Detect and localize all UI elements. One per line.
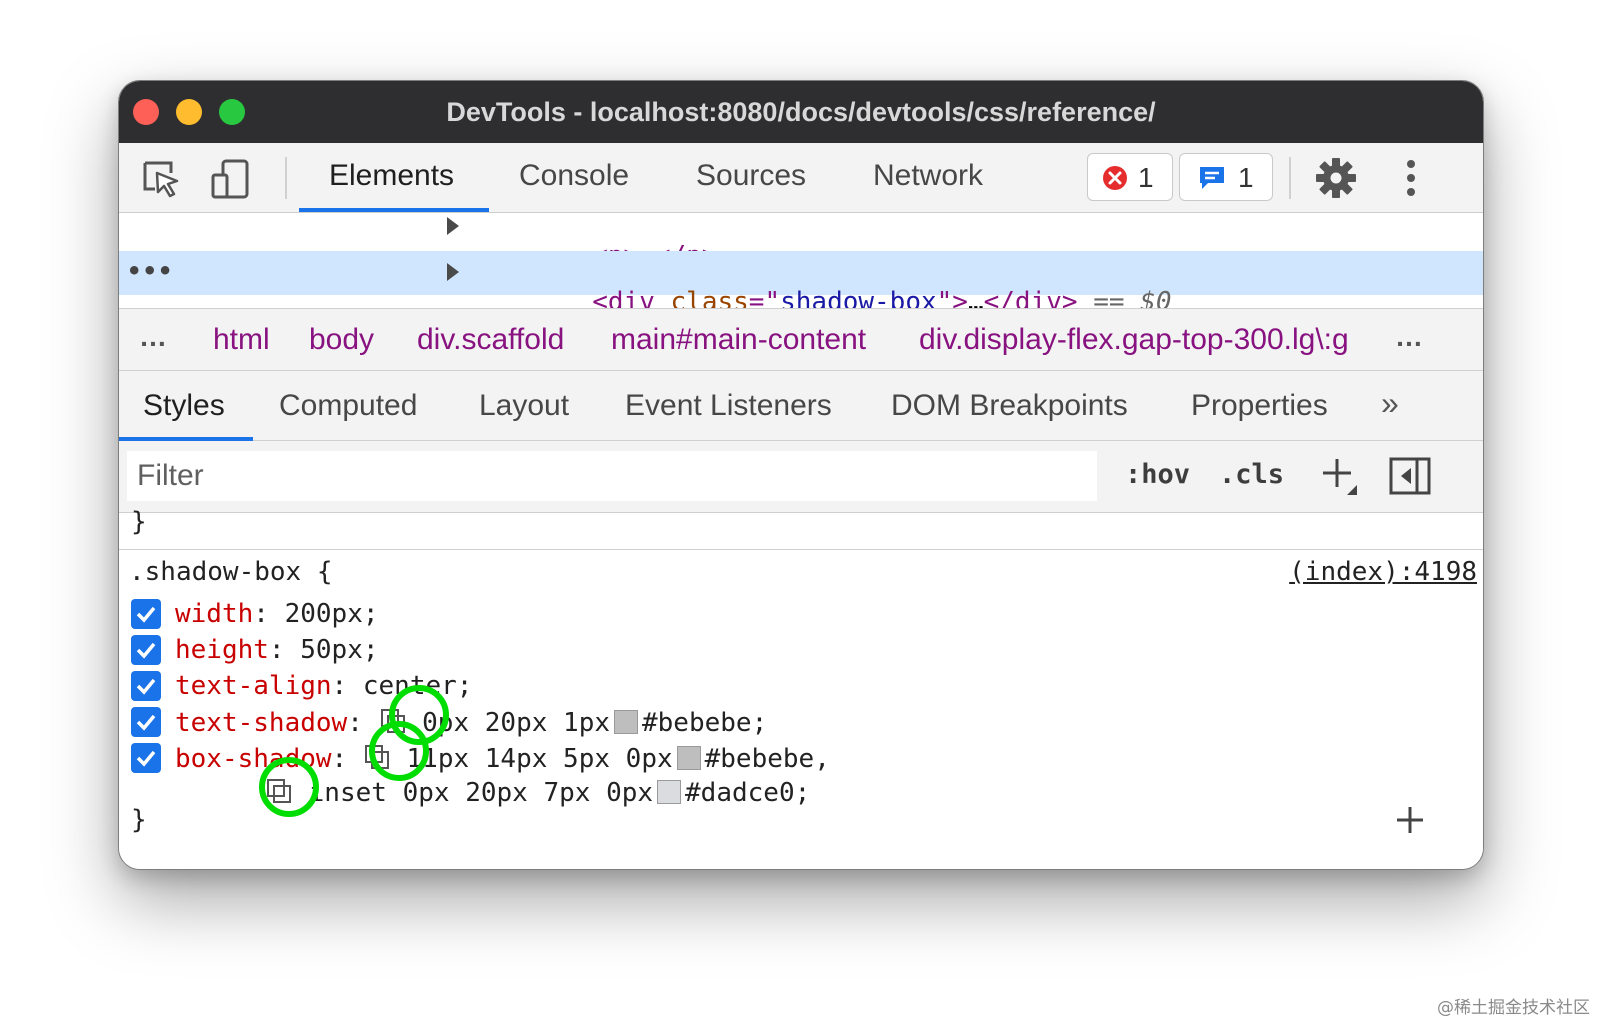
color-value[interactable]: #bebebe, [705,744,830,774]
more-options-icon[interactable] [1405,158,1417,198]
breadcrumb-item-body[interactable]: body [309,323,374,357]
title-bar: DevTools - localhost:8080/docs/devtools/… [119,81,1483,143]
tab-elements[interactable]: Elements [329,159,454,213]
breadcrumb-item-main[interactable]: main#main-content [611,323,866,357]
dom-node-p[interactable]: <p>…</p> [119,213,1483,271]
window-title: DevTools - localhost:8080/docs/devtools/… [446,97,1156,127]
property-name[interactable]: height [175,635,269,665]
breadcrumb-item-html[interactable]: html [213,323,270,357]
color-swatch[interactable] [657,780,682,804]
breadcrumb-more-left[interactable]: … [139,321,167,353]
colon: : [268,635,301,665]
toggle-sidebar-icon[interactable] [1389,457,1431,495]
rule-source-link[interactable]: (index):4198 [1289,557,1477,587]
breadcrumb-item-scaffold[interactable]: div.scaffold [417,323,564,357]
colon: : [253,599,285,629]
property-value[interactable]: 0px 20px 1px [422,708,610,738]
dom-node-shadow-box[interactable]: ••• <div class="shadow-box">…</div> == $… [119,251,1483,308]
declaration-box-shadow[interactable]: box-shadow: 11px 14px 5px 0px #bebebe, [119,741,1483,777]
tab-styles[interactable]: Styles [143,389,225,423]
main-toolbar: Elements Console Sources Network 1 1 [119,143,1483,213]
tab-properties[interactable]: Properties [1191,389,1328,423]
breadcrumb-item-display-flex[interactable]: div.display-flex.gap-top-300.lg\:g [919,323,1349,357]
error-counter-button[interactable]: 1 [1087,153,1173,201]
property-value[interactable]: 200px; [285,599,379,629]
active-tab-indicator [299,208,489,212]
colon: : [331,671,363,701]
tab-sources[interactable]: Sources [696,159,806,213]
declaration-width[interactable]: width: 200px; [119,597,1483,633]
tag-close: </div> [983,287,1078,309]
filter-input[interactable] [127,451,1097,501]
declaration-height[interactable]: height: 50px; [119,633,1483,669]
selected-ref: $0 [1140,287,1172,309]
cls-button[interactable]: .cls [1219,459,1284,490]
rule-close-brace: } [131,805,147,835]
highlight-ring [369,721,429,781]
message-counter-button[interactable]: 1 [1179,153,1273,201]
property-value[interactable]: 50px; [300,635,378,665]
property-name[interactable]: width [175,599,253,629]
previous-rule-close-brace: } [131,507,147,537]
declaration-checkbox[interactable] [131,635,161,665]
property-name[interactable]: text-shadow [175,708,347,738]
tag-open: <div [592,287,671,309]
property-value[interactable]: inset 0px 20px 7px 0px [309,778,653,808]
collapsed-ellipsis: … [967,287,984,309]
device-toolbar-icon[interactable] [211,159,251,199]
attr-value: shadow-box [780,287,937,309]
hov-button[interactable]: :hov [1125,459,1190,490]
styles-filter-bar: :hov .cls [119,441,1483,513]
declaration-text-shadow[interactable]: text-shadow: 0px 20px 1px #bebebe; [119,705,1483,741]
property-name[interactable]: text-align [175,671,332,701]
expand-triangle-icon[interactable] [447,217,459,235]
selected-eq: == [1077,287,1141,309]
colon: : [331,744,363,774]
declaration-checkbox[interactable] [131,599,161,629]
highlight-ring [259,757,319,817]
sidebar-tabs: Styles Computed Layout Event Listeners D… [119,371,1483,441]
breadcrumb-more-right[interactable]: … [1395,321,1423,353]
styles-pane: } .shadow-box { (index):4198 width: 200p… [119,507,1483,869]
node-actions-ellipsis[interactable]: ••• [127,257,173,285]
watermark: @稀土掘金技术社区 [1437,998,1590,1018]
message-icon [1198,165,1224,191]
color-value[interactable]: #bebebe; [642,708,767,738]
toolbar-divider [285,157,287,199]
rule-divider [119,549,1483,550]
expand-triangle-icon[interactable] [447,263,459,281]
breadcrumb-clip: div.display-flex.gap-top-300.lg\:g [919,309,1379,370]
new-style-rule-icon[interactable] [1319,455,1359,495]
toolbar-divider-2 [1289,157,1291,199]
message-count: 1 [1238,162,1254,193]
declaration-checkbox[interactable] [131,707,161,737]
declaration-checkbox[interactable] [131,743,161,773]
tab-computed[interactable]: Computed [279,389,417,423]
declaration-checkbox[interactable] [131,671,161,701]
tab-layout[interactable]: Layout [479,389,569,423]
declaration-text-align[interactable]: text-align: center; [119,669,1483,705]
add-declaration-icon[interactable] [1395,805,1425,835]
devtools-window: DevTools - localhost:8080/docs/devtools/… [118,80,1484,870]
color-swatch[interactable] [676,746,701,770]
rule-selector[interactable]: .shadow-box { [129,557,333,587]
more-tabs-icon[interactable]: » [1381,385,1399,422]
tab-network[interactable]: Network [873,159,983,213]
dom-tree: <p>…</p> ••• <div class="shadow-box">…</… [119,213,1483,309]
breadcrumb: … html body div.scaffold main#main-conte… [119,309,1483,371]
tab-event-listeners[interactable]: Event Listeners [625,389,832,423]
tab-console[interactable]: Console [519,159,629,213]
tab-dom-breakpoints[interactable]: DOM Breakpoints [891,389,1128,423]
property-value[interactable]: 11px 14px 5px 0px [407,744,673,774]
inspect-element-icon[interactable] [141,159,181,199]
error-icon [1102,165,1128,191]
attr-name: class [670,287,749,309]
error-count: 1 [1138,162,1154,193]
gear-icon[interactable] [1315,157,1357,199]
declaration-box-shadow-inset[interactable]: inset 0px 20px 7px 0px #dadce0; [119,775,1483,811]
attr-eq: =" [748,287,781,309]
attr-end: "> [936,287,968,309]
color-swatch[interactable] [614,710,638,734]
color-value[interactable]: #dadce0; [685,778,810,808]
